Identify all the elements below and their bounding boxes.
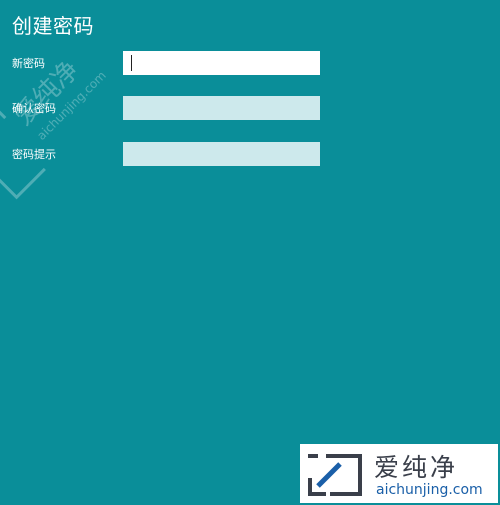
password-hint-label: 密码提示 <box>12 148 56 161</box>
text-cursor <box>131 55 132 71</box>
confirm-password-row: 确认密码 <box>12 96 332 120</box>
brand-mark-icon <box>308 454 362 496</box>
password-hint-row: 密码提示 <box>12 142 332 166</box>
password-hint-input[interactable] <box>123 142 320 166</box>
page-title: 创建密码 <box>12 14 94 38</box>
confirm-password-label: 确认密码 <box>12 102 56 115</box>
confirm-password-input[interactable] <box>123 96 320 120</box>
watermark-brand-text: 爱纯净 <box>374 453 459 482</box>
new-password-input[interactable] <box>123 51 320 75</box>
new-password-label: 新密码 <box>12 57 45 70</box>
watermark-url: aichunjing.com <box>376 482 483 498</box>
new-password-row: 新密码 <box>12 51 332 75</box>
watermark-logo: 爱纯净 aichunjing.com <box>300 444 498 503</box>
